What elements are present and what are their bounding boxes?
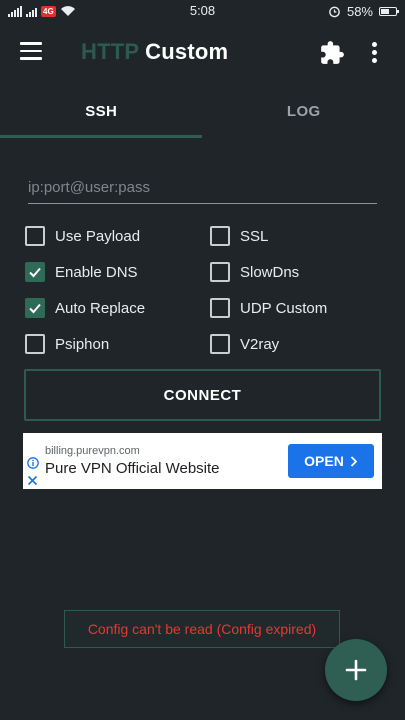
plus-icon: [345, 659, 367, 681]
server-input[interactable]: [28, 172, 377, 204]
battery-percent: 58%: [346, 3, 373, 19]
signal-icon: [8, 5, 22, 17]
sim-badge-icon: 4G: [41, 5, 56, 17]
ad-open-button[interactable]: OPEN: [288, 444, 374, 478]
alarm-icon: [329, 6, 340, 17]
ssl-label: SSL: [240, 227, 269, 245]
auto-replace-label: Auto Replace: [55, 299, 146, 317]
ad-open-label: OPEN: [304, 453, 344, 469]
use-payload-label: Use Payload: [55, 227, 141, 245]
slowdns-label: SlowDns: [240, 263, 300, 281]
app-title-http: HTTP: [81, 39, 139, 64]
status-right: 58%: [328, 3, 399, 19]
battery-icon: [379, 6, 399, 16]
option-auto-replace[interactable]: Auto Replace: [25, 298, 145, 318]
option-v2ray[interactable]: V2ray: [210, 334, 279, 354]
psiphon-checkbox[interactable]: [25, 334, 45, 354]
status-bar: 4G 5:08 58%: [0, 0, 405, 22]
chevron-right-icon: [350, 455, 358, 467]
add-fab-button[interactable]: [325, 639, 387, 701]
wifi-icon: [60, 6, 75, 16]
status-time: 5:08: [189, 3, 216, 18]
app-title: HTTP Custom: [81, 39, 228, 65]
ad-banner[interactable]: billing.purevpn.com Pure VPN Official We…: [23, 433, 382, 489]
signal-icon-2: [26, 6, 37, 17]
connect-button[interactable]: CONNECT: [24, 369, 381, 421]
more-vert-icon[interactable]: [372, 42, 378, 64]
udp-custom-label: UDP Custom: [240, 299, 328, 317]
option-use-payload[interactable]: Use Payload: [25, 226, 140, 246]
ad-close-icon[interactable]: [27, 475, 38, 486]
app-bar: HTTP Custom: [0, 22, 405, 84]
error-toast: Config can't be read (Config expired): [64, 610, 340, 648]
option-udp-custom[interactable]: UDP Custom: [210, 298, 327, 318]
use-payload-checkbox[interactable]: [25, 226, 45, 246]
psiphon-label: Psiphon: [55, 335, 110, 353]
option-enable-dns[interactable]: Enable DNS: [25, 262, 138, 282]
status-left: 4G: [8, 5, 76, 17]
app-title-custom: Custom: [145, 39, 229, 64]
option-psiphon[interactable]: Psiphon: [25, 334, 109, 354]
ad-url: billing.purevpn.com: [45, 445, 140, 457]
enable-dns-checkbox[interactable]: [25, 262, 45, 282]
option-slowdns[interactable]: SlowDns: [210, 262, 299, 282]
auto-replace-checkbox[interactable]: [25, 298, 45, 318]
v2ray-checkbox[interactable]: [210, 334, 230, 354]
tab-log[interactable]: LOG: [203, 84, 405, 138]
option-ssl[interactable]: SSL: [210, 226, 268, 246]
tab-bar: SSH LOG: [0, 84, 405, 138]
tab-ssh[interactable]: SSH: [0, 84, 203, 138]
tab-indicator: [0, 135, 202, 138]
v2ray-label: V2ray: [240, 335, 280, 353]
slowdns-checkbox[interactable]: [210, 262, 230, 282]
enable-dns-label: Enable DNS: [55, 263, 138, 281]
ad-title[interactable]: Pure VPN Official Website: [45, 460, 220, 477]
puzzle-icon[interactable]: [319, 40, 345, 66]
ssl-checkbox[interactable]: [210, 226, 230, 246]
menu-icon[interactable]: [20, 42, 42, 60]
udp-custom-checkbox[interactable]: [210, 298, 230, 318]
ad-info-icon[interactable]: [27, 457, 39, 469]
